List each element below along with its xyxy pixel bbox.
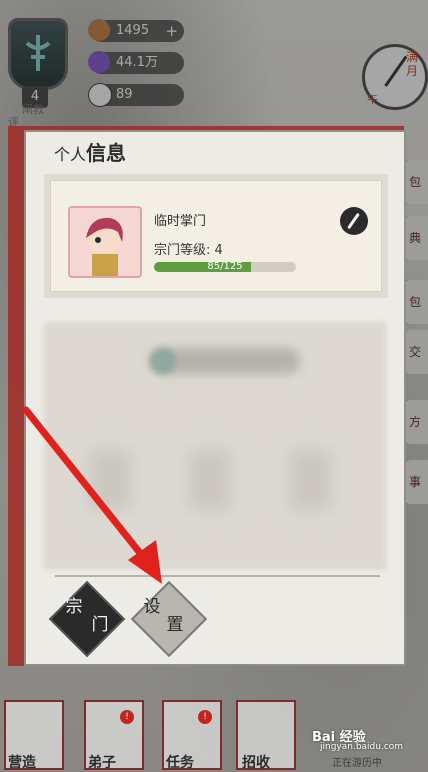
watermark-url: jingyan.baidu.com (320, 742, 404, 752)
nav-build-label: 营造 (8, 755, 36, 771)
nav-disciples-badge: ! (120, 710, 134, 724)
red-arrow-icon (22, 406, 162, 584)
nav-disciples-label: 弟子 (88, 755, 116, 771)
nav-tasks-label: 任务 (166, 755, 194, 771)
status-text: 正在游历中 (332, 758, 382, 769)
nav-recruit-label: 招收 (242, 755, 270, 771)
nav-tasks-badge: ! (198, 710, 212, 724)
